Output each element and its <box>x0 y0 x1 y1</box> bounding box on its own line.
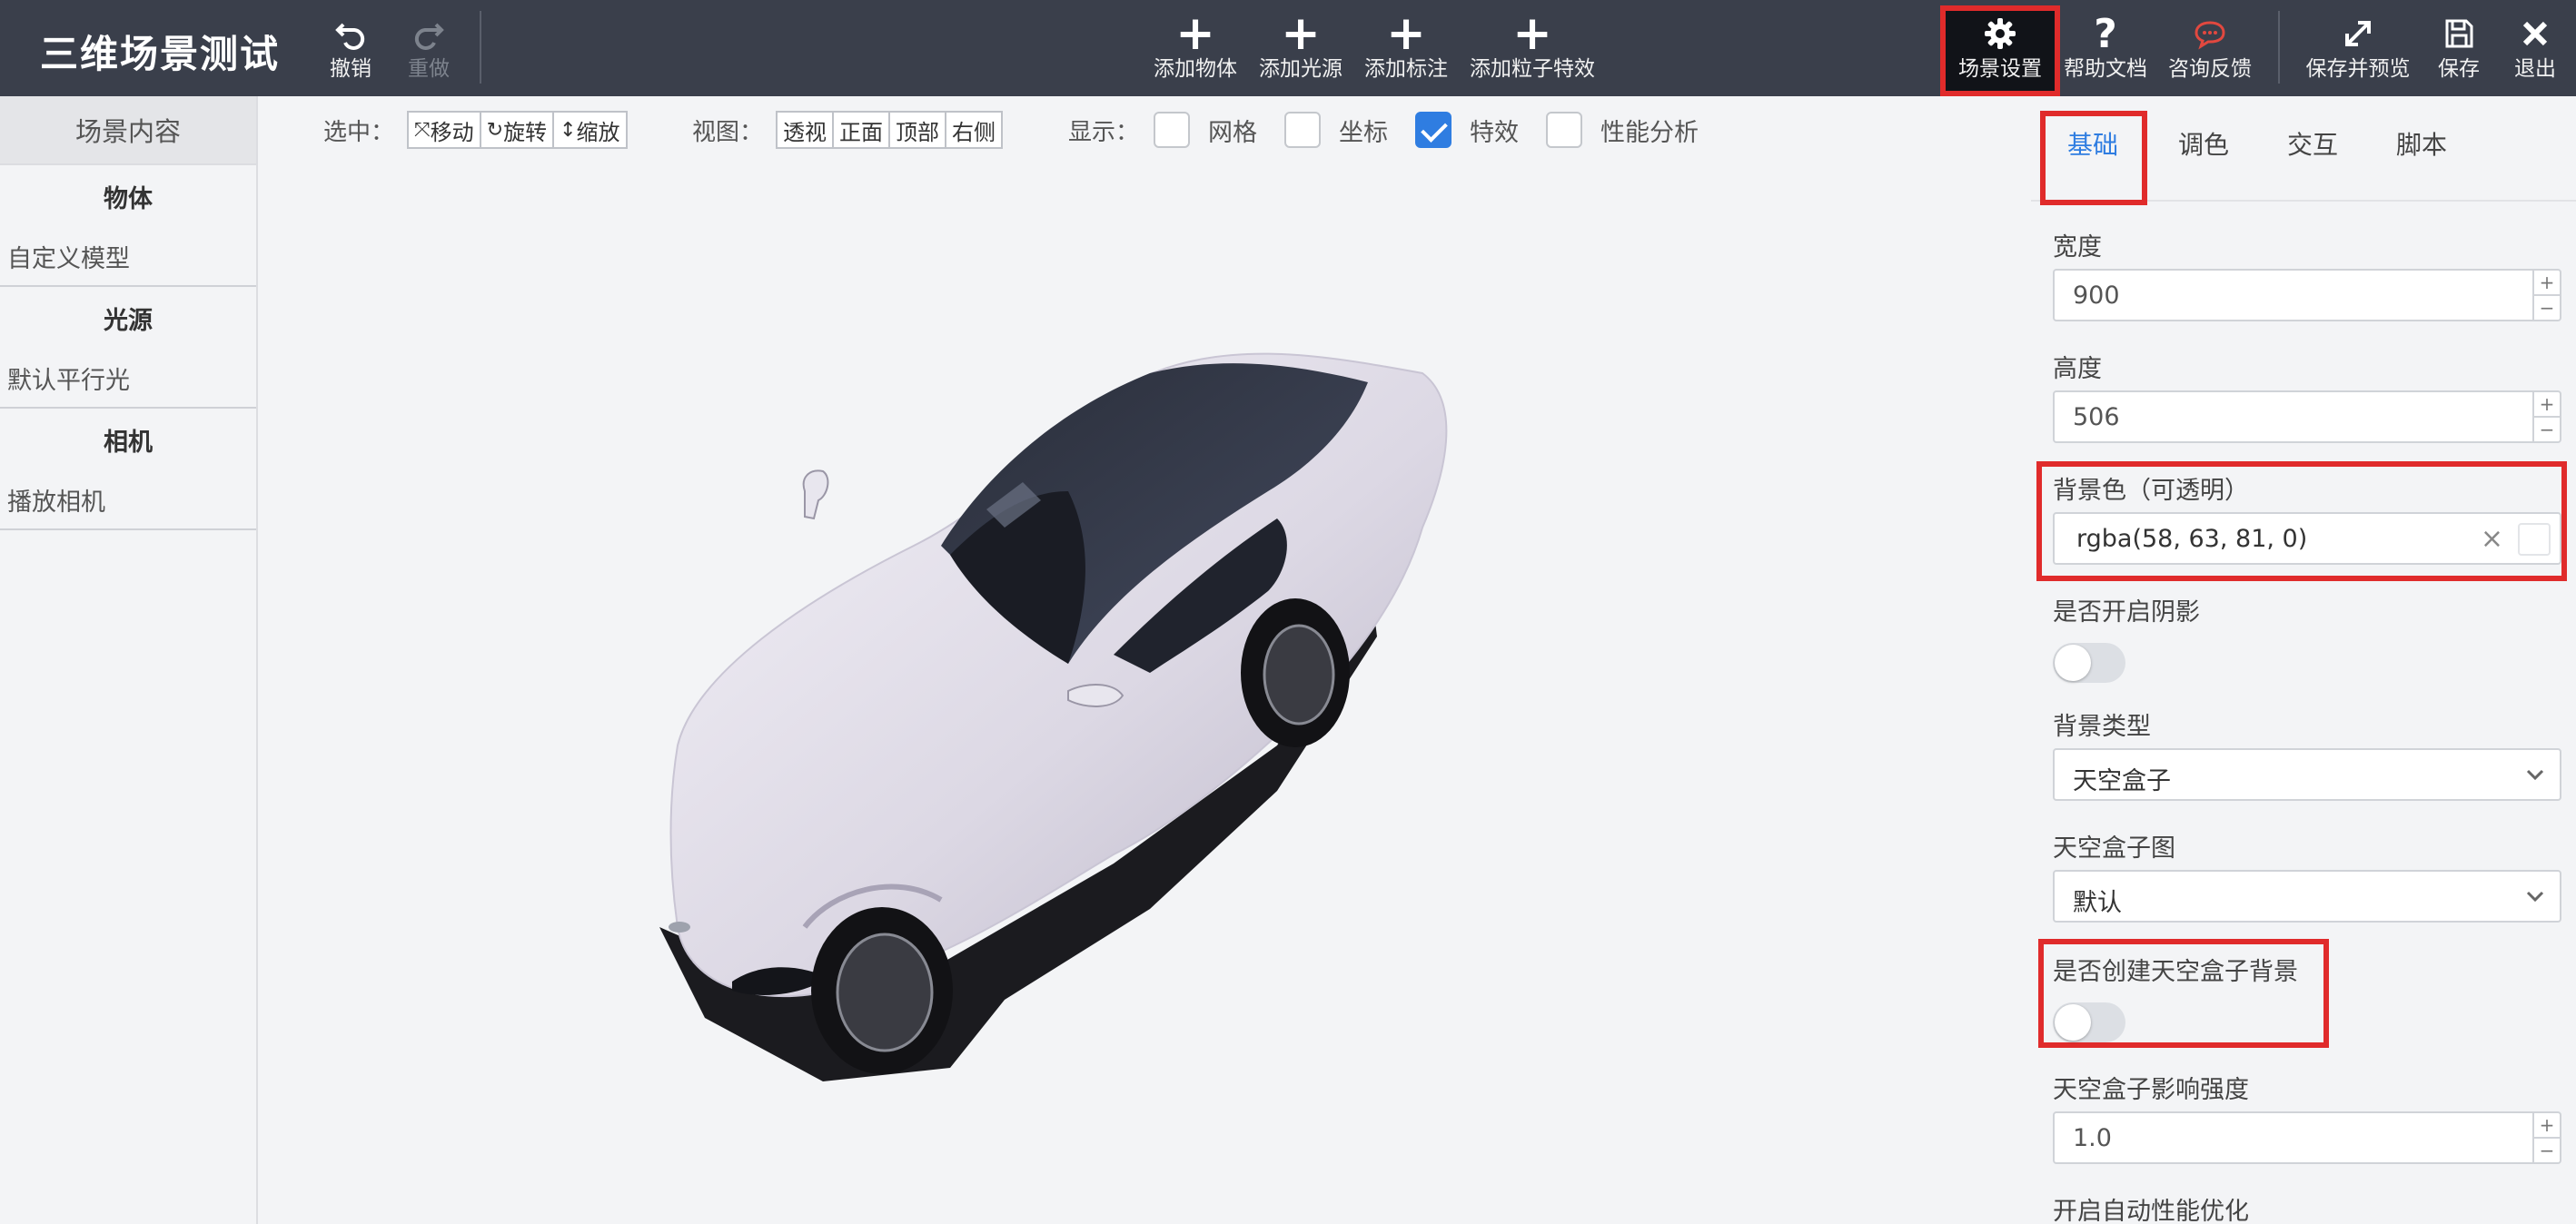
skybox-image-select[interactable]: 默认 <box>2053 870 2561 923</box>
scene-settings-button[interactable]: 场景设置 <box>1949 11 2051 87</box>
shadow-toggle[interactable] <box>2053 643 2125 683</box>
move-button[interactable]: ⤧ 移动 <box>407 111 481 149</box>
performance-checkbox[interactable] <box>1546 112 1583 148</box>
width-label: 宽度 <box>2053 233 2102 262</box>
scene-content-sidebar: 场景内容 物体 自定义模型 光源 默认平行光 相机 播放相机 <box>0 96 258 1224</box>
feedback-button[interactable]: 咨询反馈 <box>2164 11 2256 87</box>
tab-color-grading[interactable]: 调色 <box>2178 125 2229 162</box>
bg-type-select[interactable]: 天空盒子 <box>2053 748 2561 801</box>
top-toolbar: 三维场景测试 撤销 重做 + 添加物体 + 添加光源 + 添加标注 + 添加粒子… <box>0 0 2576 96</box>
display-label: 显示： <box>1068 118 1140 146</box>
plus-icon: + <box>1386 6 1426 61</box>
rotate-button[interactable]: ↻ 旋转 <box>479 111 555 149</box>
view-toolbar: 视图： 透视 正面 顶部 右侧 <box>692 111 1004 149</box>
undo-icon <box>332 11 369 56</box>
rotate-icon: ↻ <box>486 118 504 142</box>
panel-tabs: 基础 调色 交互 脚本 <box>2031 96 2576 205</box>
tab-script[interactable]: 脚本 <box>2396 125 2447 162</box>
bg-color-label: 背景色（可透明） <box>2053 477 2249 505</box>
property-panel: 基础 调色 交互 脚本 宽度 900 + − 高度 506 + − 背景色（可透明）… <box>2031 96 2576 1224</box>
color-swatch[interactable] <box>2518 523 2551 556</box>
auto-performance-label: 开启自动性能优化 <box>2053 1198 2249 1224</box>
save-preview-button[interactable]: 保存并预览 <box>2302 11 2414 87</box>
add-particle-button[interactable]: + 添加粒子特效 <box>1466 6 1599 87</box>
bg-color-input[interactable]: rgba(58, 63, 81, 0) × <box>2053 512 2561 565</box>
sidebar-group-lights: 光源 <box>104 306 153 335</box>
add-label-button[interactable]: + 添加标注 <box>1361 6 1451 87</box>
scene-canvas[interactable]: 选中： ⤧ 移动 ↻ 旋转 ↕ 缩放 视图： 透视 正面 顶部 右侧 显示： 网格 坐… <box>260 96 2031 1224</box>
increment-icon[interactable]: + <box>2534 392 2560 418</box>
sidebar-header: 场景内容 <box>0 96 256 165</box>
add-light-button[interactable]: + 添加光源 <box>1255 6 1346 87</box>
shadow-label: 是否开启阴影 <box>2053 598 2200 627</box>
chevron-down-icon <box>2523 763 2547 790</box>
undo-button[interactable]: 撤销 <box>323 11 378 87</box>
scale-button[interactable]: ↕ 缩放 <box>552 111 628 149</box>
grid-checkbox[interactable] <box>1154 112 1191 148</box>
redo-button[interactable]: 重做 <box>401 11 456 87</box>
app-title: 三维场景测试 <box>40 32 281 76</box>
increment-icon[interactable]: + <box>2534 271 2560 296</box>
display-toolbar: 显示： 网格 坐标 特效 性能分析 <box>1068 111 1699 149</box>
decrement-icon[interactable]: − <box>2534 1139 2560 1162</box>
tab-basic[interactable]: 基础 <box>2067 125 2118 162</box>
close-icon <box>2520 11 2551 56</box>
decrement-icon[interactable]: − <box>2534 296 2560 320</box>
width-input[interactable]: 900 + − <box>2053 269 2561 321</box>
sidebar-group-objects: 物体 <box>104 184 153 213</box>
save-button[interactable]: 保存 <box>2432 11 2485 87</box>
decrement-icon[interactable]: − <box>2534 418 2560 441</box>
sidebar-group-cameras: 相机 <box>104 428 153 457</box>
exit-button[interactable]: 退出 <box>2509 11 2561 87</box>
select-mode-toolbar: 选中： ⤧ 移动 ↻ 旋转 ↕ 缩放 <box>323 111 628 149</box>
plus-icon: + <box>1175 6 1215 61</box>
skybox-image-label: 天空盒子图 <box>2053 834 2175 863</box>
plus-icon: + <box>1512 6 1552 61</box>
move-icon: ⤧ <box>414 118 431 142</box>
effects-checkbox[interactable] <box>1415 112 1452 148</box>
skybox-intensity-label: 天空盒子影响强度 <box>2053 1076 2249 1104</box>
skybox-intensity-input[interactable]: 1.0 + − <box>2053 1111 2561 1164</box>
select-label: 选中： <box>323 118 395 146</box>
view-label: 视图： <box>692 118 764 146</box>
bg-type-label: 背景类型 <box>2053 713 2151 741</box>
sidebar-item-default-light[interactable]: 默认平行光 <box>0 349 256 409</box>
tab-interaction[interactable]: 交互 <box>2287 125 2338 162</box>
gear-icon <box>1982 11 2018 56</box>
view-right-button[interactable]: 右侧 <box>945 111 1004 149</box>
help-docs-button[interactable]: ? 帮助文档 <box>2060 11 2151 87</box>
chat-bubble-icon <box>2192 11 2228 56</box>
question-icon: ? <box>2094 10 2117 57</box>
sidebar-item-play-camera[interactable]: 播放相机 <box>0 470 256 530</box>
toolbar-divider <box>2278 11 2280 84</box>
floppy-disk-icon <box>2442 11 2475 56</box>
view-top-button[interactable]: 顶部 <box>888 111 947 149</box>
chevron-down-icon <box>2523 884 2547 912</box>
plus-icon: + <box>1281 6 1321 61</box>
height-label: 高度 <box>2053 355 2102 383</box>
redo-icon <box>411 11 447 56</box>
axes-checkbox[interactable] <box>1284 112 1322 148</box>
car-model[interactable] <box>641 273 1550 1109</box>
create-skybox-label: 是否创建天空盒子背景 <box>2053 958 2298 986</box>
clear-icon[interactable]: × <box>2481 523 2503 555</box>
increment-icon[interactable]: + <box>2534 1113 2560 1139</box>
view-perspective-button[interactable]: 透视 <box>776 111 835 149</box>
sidebar-item-custom-model[interactable]: 自定义模型 <box>0 227 256 287</box>
expand-icon <box>2340 11 2376 56</box>
create-skybox-toggle[interactable] <box>2053 1002 2125 1042</box>
add-object-button[interactable]: + 添加物体 <box>1150 6 1241 87</box>
height-input[interactable]: 506 + − <box>2053 390 2561 443</box>
scale-icon: ↕ <box>560 118 577 142</box>
view-front-button[interactable]: 正面 <box>832 111 891 149</box>
toolbar-divider <box>480 11 481 84</box>
